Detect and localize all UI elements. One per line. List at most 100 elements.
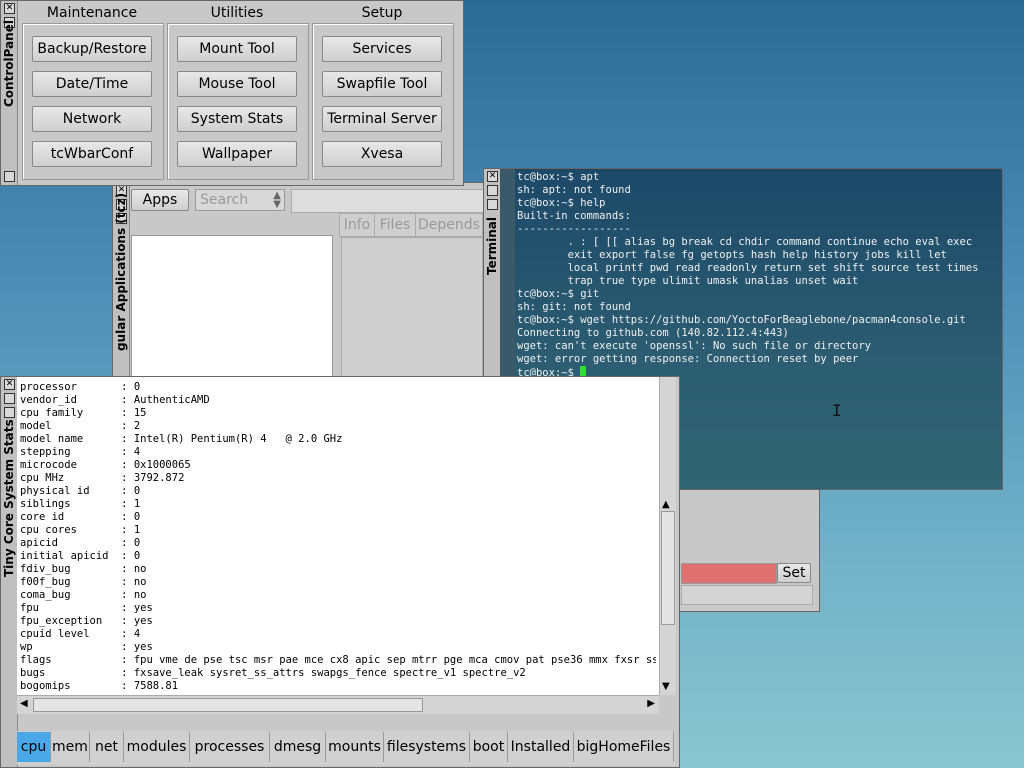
tab-modules[interactable]: modules [124, 732, 190, 762]
tab-mem[interactable]: mem [51, 732, 90, 762]
stats-row: apicid : 0 [20, 537, 656, 550]
stats-key: fdiv_bug [20, 563, 122, 575]
scrollbar-thumb[interactable] [661, 511, 675, 625]
maximize-icon[interactable] [487, 185, 498, 196]
close-icon[interactable]: ✕ [487, 171, 498, 182]
tab-filesystems[interactable]: filesystems [384, 732, 470, 762]
terminal-line: ------------------ [517, 223, 631, 235]
tab-bighomefiles[interactable]: bigHomeFiles [574, 732, 674, 762]
tcwbarconf-button[interactable]: tcWbarConf [32, 141, 152, 167]
stats-key: apicid [20, 537, 122, 549]
system-stats-titlebar[interactable]: ✕ Tiny Core System Stats [1, 377, 18, 767]
terminal-line: tc@box:~$ wget https://github.com/YoctoF… [517, 314, 966, 326]
tab-net[interactable]: net [90, 732, 124, 762]
terminal-line: exit export false fg getopts hash help h… [517, 249, 947, 261]
stats-key: flags [20, 654, 122, 666]
scroll-right-icon[interactable]: ▶ [647, 698, 655, 709]
stats-separator: : [121, 667, 134, 679]
tab-dmesg[interactable]: dmesg [270, 732, 326, 762]
close-icon[interactable]: ✕ [4, 3, 15, 14]
stats-key: microcode [20, 459, 122, 471]
search-input[interactable] [291, 189, 493, 213]
stats-row: cpu cores : 1 [20, 524, 656, 537]
stats-separator: : [121, 485, 134, 497]
terminal-lines: tc@box:~$ apt sh: apt: not found tc@box:~$… [517, 171, 978, 380]
stats-separator: : [121, 602, 134, 614]
stats-value: no [133, 589, 147, 601]
tab-cpu[interactable]: cpu [17, 732, 51, 762]
column-title: Maintenance [46, 5, 138, 21]
set-input[interactable] [681, 563, 777, 584]
tab-files[interactable]: Files [374, 213, 416, 237]
maximize-icon[interactable] [4, 393, 15, 404]
stats-key: siblings [20, 498, 122, 510]
text-cursor-icon: I [832, 401, 842, 420]
stats-value: 0x1000065 [133, 459, 191, 471]
minimize-icon[interactable] [4, 171, 15, 182]
stats-row: processor : 0 [20, 381, 656, 394]
terminal-title: Terminal [485, 216, 499, 275]
stats-value: 0 [133, 381, 141, 393]
cpu-info-text: processor : 0 vendor_id : AuthenticAMD cpu… [20, 381, 656, 693]
services-button[interactable]: Services [322, 36, 442, 62]
mouse-tool-button[interactable]: Mouse Tool [177, 71, 297, 97]
apps-button[interactable]: Apps [131, 189, 189, 211]
mount-tool-button[interactable]: Mount Tool [177, 36, 297, 62]
minimize-icon[interactable] [4, 407, 15, 418]
stats-value: 4 [133, 446, 141, 458]
stats-key: vendor_id [20, 394, 122, 406]
swapfile-tool-button[interactable]: Swapfile Tool [322, 71, 442, 97]
stats-row: microcode : 0x1000065 [20, 459, 656, 472]
system-stats-button[interactable]: System Stats [177, 106, 297, 132]
scroll-up-icon[interactable]: ▲ [662, 499, 670, 510]
horizontal-scrollbar[interactable]: ◀ ▶ [17, 695, 659, 714]
stats-value: 0 [133, 537, 141, 549]
tab-boot[interactable]: boot [470, 732, 508, 762]
stats-row: core id : 0 [20, 511, 656, 524]
control-panel-titlebar[interactable]: ✕ ControlPanel [1, 1, 18, 185]
stats-key: model [20, 420, 122, 432]
stats-value: 7588.81 [133, 680, 179, 692]
terminal-line: tc@box:~$ git [517, 288, 600, 300]
terminal-line: Connecting to github.com (140.82.112.4:4… [517, 327, 789, 339]
stats-key: core id [20, 511, 122, 523]
stats-value: fxsave_leak sysret_ss_attrs swapgs_fence… [133, 667, 526, 679]
xvesa-button[interactable]: Xvesa [322, 141, 442, 167]
stats-row: bugs : fxsave_leak sysret_ss_attrs swapg… [20, 667, 656, 680]
tab-processes[interactable]: processes [190, 732, 270, 762]
wallpaper-button[interactable]: Wallpaper [177, 141, 297, 167]
tab-info[interactable]: Info [339, 213, 375, 237]
stats-value: 0 [133, 511, 141, 523]
stats-separator: : [121, 433, 134, 445]
stats-row: fpu : yes [20, 602, 656, 615]
stats-row: wp : yes [20, 641, 656, 654]
scroll-down-icon[interactable]: ▼ [662, 681, 670, 692]
stats-key: bogomips [20, 680, 122, 692]
stats-separator: : [121, 381, 134, 393]
terminal-server-button[interactable]: Terminal Server [322, 106, 442, 132]
stats-row: bogomips : 7588.81 [20, 680, 656, 693]
tab-depends[interactable]: Depends [415, 213, 483, 237]
stats-key: physical id [20, 485, 122, 497]
set-button[interactable]: Set [777, 563, 811, 583]
terminal-line: wget: error getting response: Connection… [517, 353, 859, 365]
minimize-icon[interactable] [487, 199, 498, 210]
vertical-scrollbar[interactable]: ▲ ▼ [659, 377, 676, 695]
backup-restore-button[interactable]: Backup/Restore [32, 36, 152, 62]
stats-key: processor [20, 381, 122, 393]
tab-mounts[interactable]: mounts [326, 732, 384, 762]
network-button[interactable]: Network [32, 106, 152, 132]
tab-installed[interactable]: Installed [508, 732, 574, 762]
scroll-left-icon[interactable]: ◀ [20, 698, 28, 709]
stats-value: 1 [133, 498, 141, 510]
stats-separator: : [121, 446, 134, 458]
apps-window-title: gular Applications (tcz) [114, 192, 128, 351]
search-select[interactable]: Search ▲ ▼ [195, 189, 285, 211]
stats-separator: : [121, 511, 134, 523]
app-list[interactable] [131, 235, 333, 379]
stats-separator: : [121, 654, 134, 666]
stats-value: 1 [133, 524, 141, 536]
date-time-button[interactable]: Date/Time [32, 71, 152, 97]
close-icon[interactable]: ✕ [4, 379, 15, 390]
horizontal-scrollbar-thumb[interactable] [33, 698, 423, 712]
